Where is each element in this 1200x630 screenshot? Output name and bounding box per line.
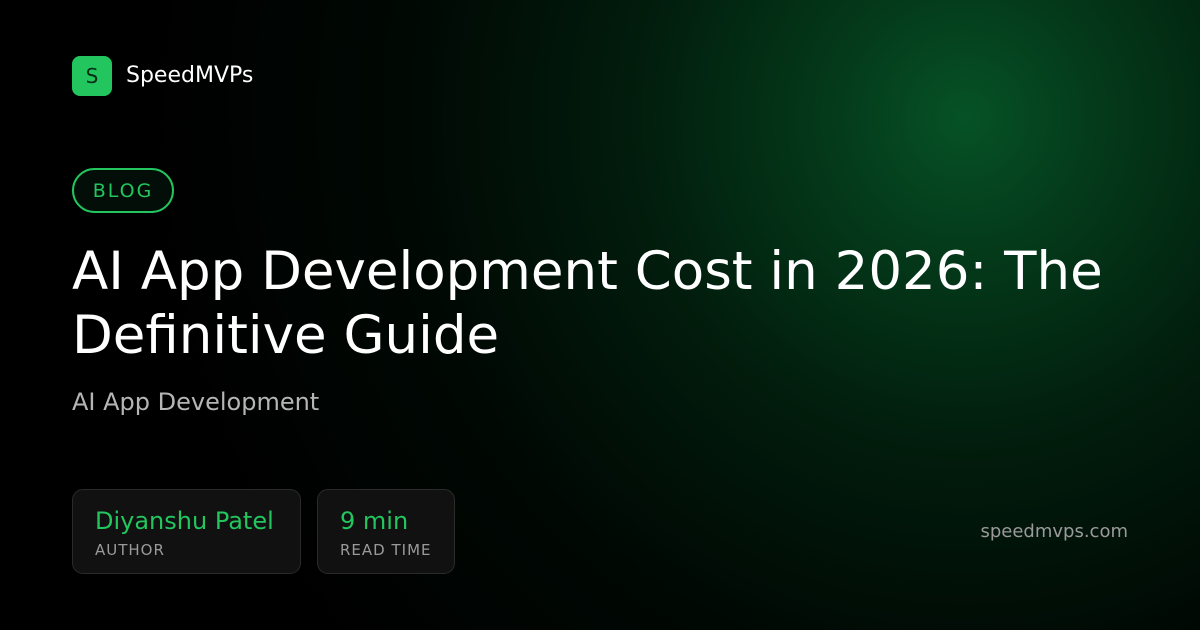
category-badge: BLOG [72, 168, 174, 213]
read-time-value: 9 min [340, 507, 409, 535]
author-card: Diyanshu Patel AUTHOR [72, 489, 301, 574]
author-label: AUTHOR [95, 541, 165, 559]
social-card: S SpeedMVPs BLOG AI App Development Cost… [0, 0, 1200, 630]
author-name: Diyanshu Patel [95, 507, 274, 535]
read-time-card: 9 min READ TIME [317, 489, 455, 574]
brand-name: SpeedMVPs [126, 63, 254, 88]
site-url: speedmvps.com [980, 521, 1128, 542]
brand: S SpeedMVPs [72, 56, 253, 96]
article-subtitle: AI App Development [72, 388, 320, 416]
article-title: AI App Development Cost in 2026: The Def… [72, 241, 1103, 366]
brand-logo-icon: S [72, 56, 112, 96]
read-time-label: READ TIME [340, 541, 432, 559]
